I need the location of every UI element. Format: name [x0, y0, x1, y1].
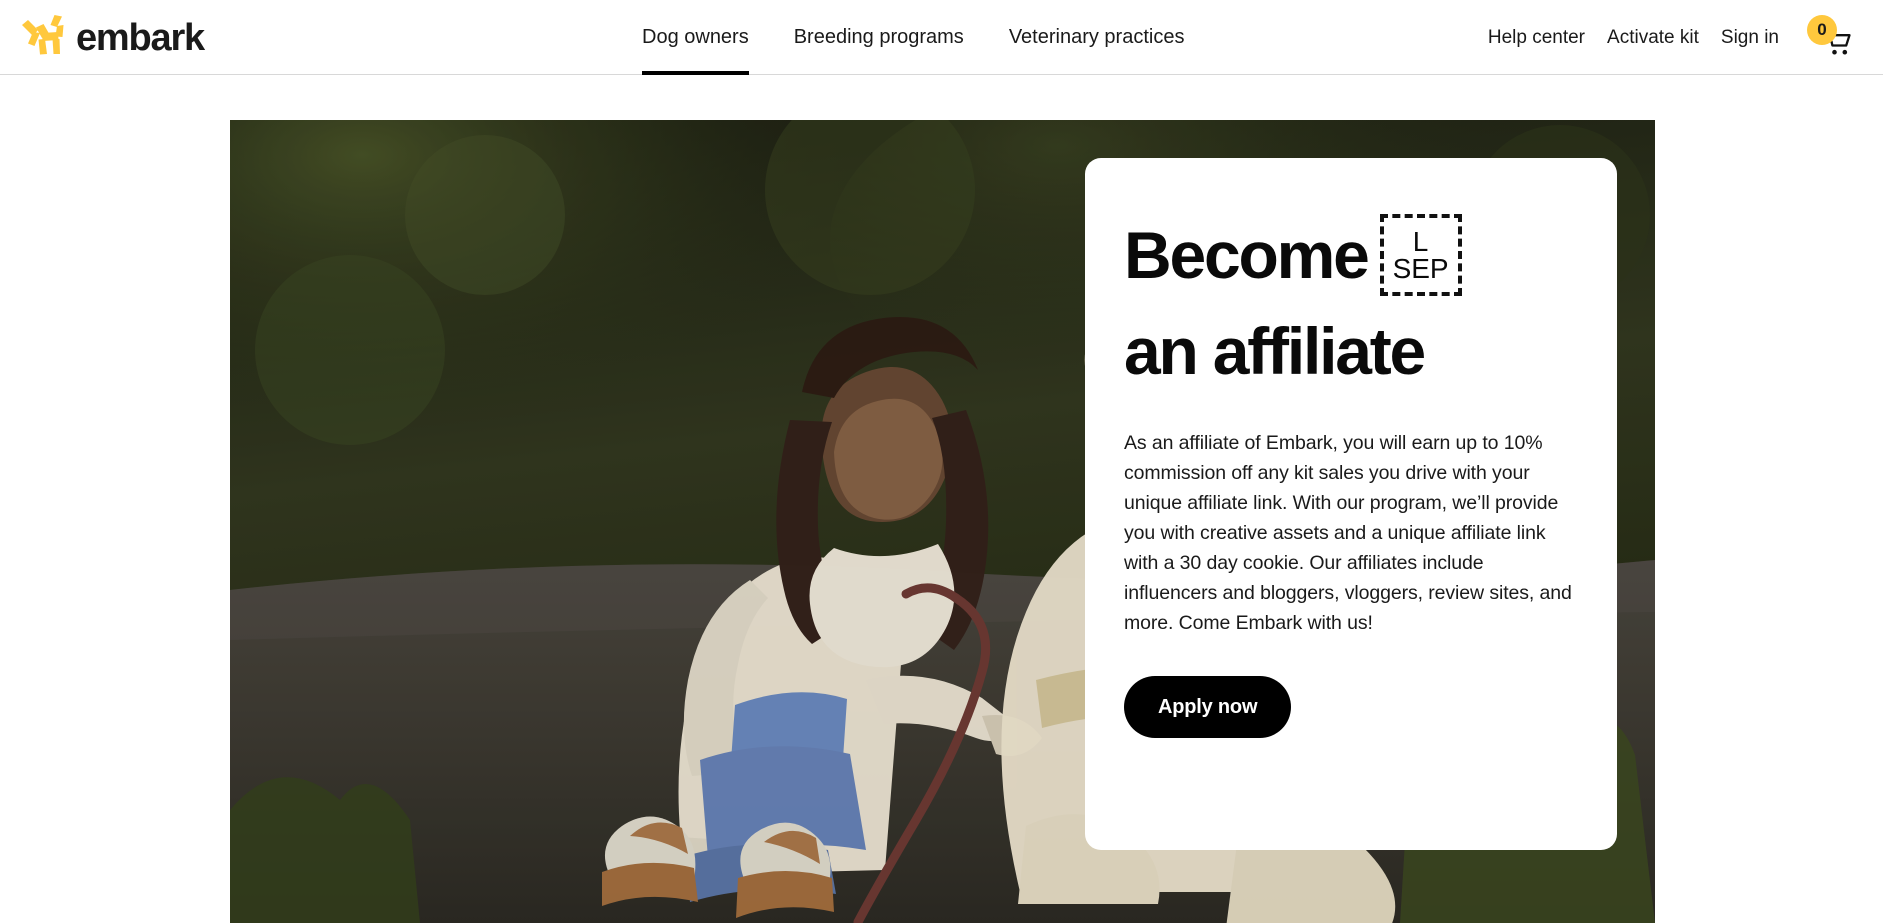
hero-title-part2: an affiliate [1124, 314, 1426, 388]
page-title: Become L SEP an affiliate [1124, 214, 1573, 384]
missing-glyph-line2: SEP [1392, 253, 1449, 284]
nav-item-label: Breeding programs [793, 26, 964, 48]
missing-glyph-box-icon: L SEP [1379, 214, 1462, 296]
hero-title-part1: Become [1124, 218, 1370, 292]
sign-in-link[interactable]: Sign in [1721, 27, 1779, 49]
brand-logo-link[interactable]: embark [16, 0, 205, 75]
nav-item-label: Veterinary practices [1008, 26, 1185, 48]
cart-count-badge: 0 [1807, 14, 1837, 45]
hero-section: Become L SEP an affiliate As an affiliat… [0, 75, 1883, 923]
missing-glyph-line1: L [1412, 225, 1429, 257]
cart-button[interactable]: 0 [1807, 14, 1855, 62]
embark-dog-mark-icon [16, 13, 74, 63]
utility-navigation: Help center Activate kit Sign in 0 [1488, 0, 1855, 75]
site-header: embark Dog owners Breeding programs Vete… [0, 0, 1883, 75]
nav-item-breeding-programs[interactable]: Breeding programs [794, 0, 964, 75]
apply-now-button[interactable]: Apply now [1124, 676, 1292, 738]
nav-item-veterinary-practices[interactable]: Veterinary practices [1009, 0, 1185, 75]
primary-navigation: Dog owners Breeding programs Veterinary … [642, 0, 1184, 75]
hero-card: Become L SEP an affiliate As an affiliat… [1085, 158, 1617, 850]
nav-item-label: Dog owners [642, 26, 749, 48]
hero-body-text: As an affiliate of Embark, you will earn… [1124, 432, 1572, 634]
activate-kit-link[interactable]: Activate kit [1607, 27, 1699, 49]
help-center-link[interactable]: Help center [1488, 27, 1585, 49]
nav-item-dog-owners[interactable]: Dog owners [642, 0, 749, 75]
brand-name: embark [76, 16, 205, 59]
